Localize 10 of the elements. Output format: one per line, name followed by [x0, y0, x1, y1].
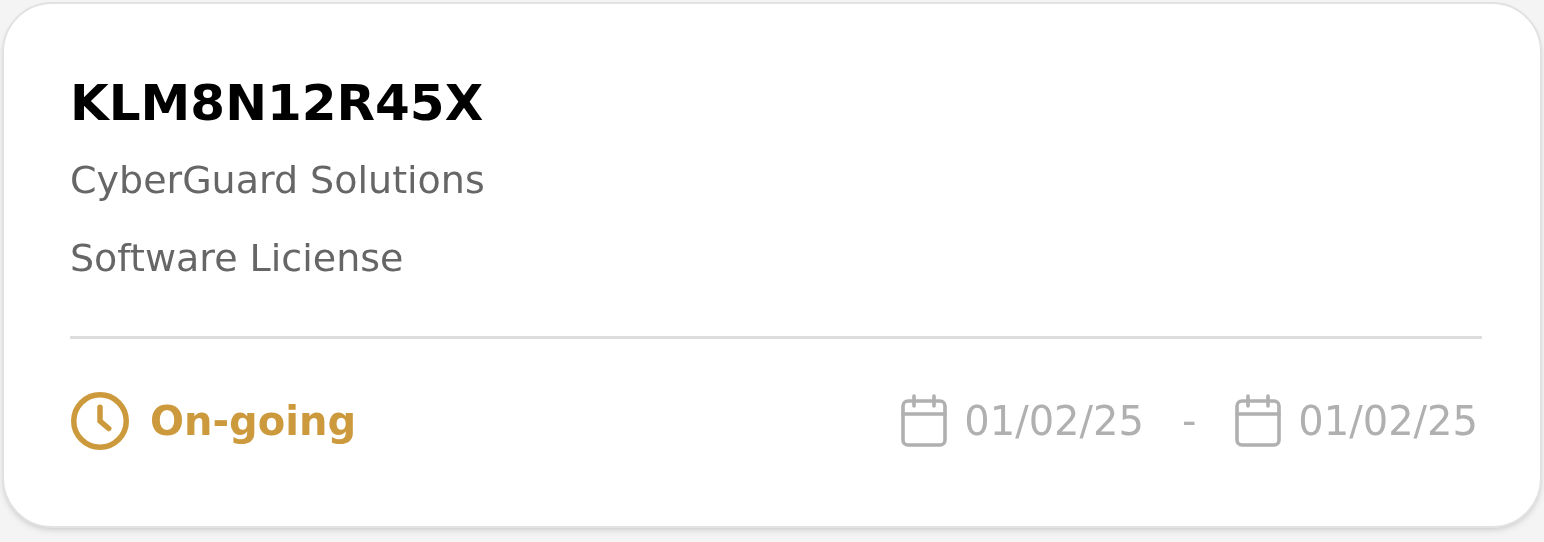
company-name: CyberGuard Solutions	[70, 157, 485, 204]
clock-icon	[70, 391, 130, 451]
date-separator: -	[1181, 397, 1197, 446]
calendar-icon	[1234, 394, 1283, 448]
card-title: KLM8N12R45X	[70, 73, 484, 134]
status-label: On-going	[150, 397, 356, 446]
calendar-icon	[900, 394, 949, 448]
category-label: Software Liciense	[70, 235, 404, 282]
start-date: 01/02/25	[964, 397, 1144, 446]
end-date: 01/02/25	[1298, 397, 1478, 446]
